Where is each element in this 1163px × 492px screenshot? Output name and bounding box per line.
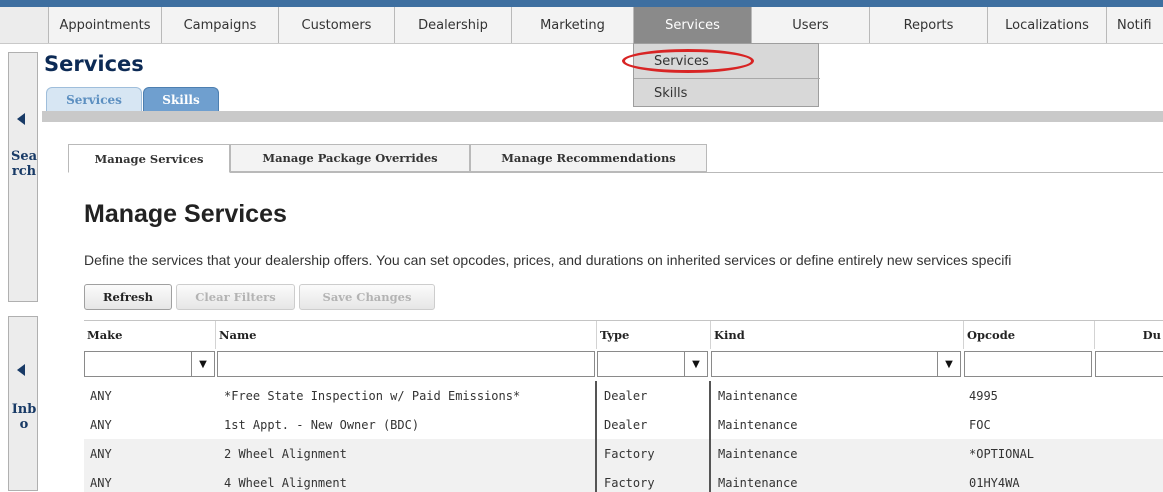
chevron-down-icon[interactable]: ▼ — [937, 352, 960, 376]
type-filter-select[interactable]: ▼ — [597, 351, 708, 377]
nav-item-notifications[interactable]: Notifi — [1106, 7, 1163, 43]
cell-type: Dealer — [604, 417, 648, 432]
cell-name: 1st Appt. - New Owner (BDC) — [224, 417, 420, 432]
cell-kind: Maintenance — [718, 475, 798, 490]
cell-name: 2 Wheel Alignment — [224, 446, 347, 461]
cell-make: ANY — [90, 475, 112, 490]
inbox-panel-label: Inbo — [11, 402, 37, 432]
search-side-panel[interactable]: Search — [8, 52, 38, 302]
column-header-duration[interactable]: Du — [1094, 321, 1163, 349]
cell-type: Factory — [604, 446, 655, 461]
inbox-side-panel[interactable]: Inbo — [8, 316, 38, 491]
cell-make: ANY — [90, 446, 112, 461]
table-row[interactable]: ANY 4 Wheel Alignment Factory Maintenanc… — [84, 468, 1163, 492]
nav-item-marketing[interactable]: Marketing — [511, 7, 633, 43]
refresh-button[interactable]: Refresh — [84, 284, 172, 310]
chevron-down-icon[interactable]: ▼ — [191, 352, 214, 376]
cell-make: ANY — [90, 388, 112, 403]
nav-item-localizations[interactable]: Localizations — [987, 7, 1106, 43]
chevron-down-icon[interactable]: ▼ — [684, 352, 707, 376]
nav-item-campaigns[interactable]: Campaigns — [161, 7, 278, 43]
nav-item-appointments[interactable]: Appointments — [48, 7, 161, 43]
dropdown-item-skills[interactable]: Skills — [634, 78, 820, 108]
nav-item-users[interactable]: Users — [751, 7, 869, 43]
column-header-name[interactable]: Name — [215, 321, 596, 349]
cell-kind: Maintenance — [718, 388, 798, 403]
nav-item-customers[interactable]: Customers — [278, 7, 394, 43]
collapse-arrow-icon[interactable] — [17, 364, 25, 376]
tab-manage-recommendations[interactable]: Manage Recommendations — [470, 144, 707, 172]
tab-manage-services[interactable]: Manage Services — [68, 144, 230, 173]
table-row[interactable]: ANY 2 Wheel Alignment Factory Maintenanc… — [84, 439, 1163, 468]
duration-filter-input[interactable] — [1095, 351, 1163, 377]
make-filter-select[interactable]: ▼ — [84, 351, 215, 377]
subtab-underline-bar — [42, 111, 1163, 122]
column-header-kind[interactable]: Kind — [710, 321, 963, 349]
cell-type: Dealer — [604, 388, 648, 403]
cell-kind: Maintenance — [718, 417, 798, 432]
nav-item-dealership[interactable]: Dealership — [394, 7, 511, 43]
manage-tabs-baseline — [68, 172, 1163, 173]
cell-kind: Maintenance — [718, 446, 798, 461]
cell-opcode: FOC — [969, 417, 991, 432]
clear-filters-button[interactable]: Clear Filters — [176, 284, 295, 310]
column-header-make[interactable]: Make — [84, 321, 215, 349]
services-table: Make Name Type Kind Opcode Du ▼ ▼ ▼ ANY … — [84, 320, 1163, 492]
top-accent-stripe — [0, 0, 1163, 7]
opcode-filter-input[interactable] — [964, 351, 1092, 377]
cell-opcode: 4995 — [969, 388, 998, 403]
cell-type: Factory — [604, 475, 655, 490]
highlight-circle — [622, 49, 754, 73]
cell-opcode: 01HY4WA — [969, 475, 1020, 490]
collapse-arrow-icon[interactable] — [17, 113, 25, 125]
search-panel-label: Search — [10, 149, 38, 179]
nav-item-services[interactable]: Services — [633, 7, 751, 43]
name-filter-input[interactable] — [217, 351, 595, 377]
cell-name: *Free State Inspection w/ Paid Emissions… — [224, 388, 521, 403]
kind-filter-select[interactable]: ▼ — [711, 351, 961, 377]
column-divider — [709, 381, 711, 492]
tab-manage-package-overrides[interactable]: Manage Package Overrides — [230, 144, 470, 172]
section-description: Define the services that your dealership… — [84, 252, 1012, 268]
column-header-type[interactable]: Type — [596, 321, 710, 349]
subtab-skills[interactable]: Skills — [143, 87, 219, 111]
cell-make: ANY — [90, 417, 112, 432]
cell-name: 4 Wheel Alignment — [224, 475, 347, 490]
save-changes-button[interactable]: Save Changes — [299, 284, 435, 310]
section-heading: Manage Services — [84, 200, 287, 228]
table-row[interactable]: ANY *Free State Inspection w/ Paid Emiss… — [84, 381, 1163, 410]
subtab-services[interactable]: Services — [46, 87, 142, 111]
column-divider — [595, 381, 597, 492]
table-row[interactable]: ANY 1st Appt. - New Owner (BDC) Dealer M… — [84, 410, 1163, 439]
cell-opcode: *OPTIONAL — [969, 446, 1035, 461]
page-title: Services — [44, 52, 144, 76]
nav-item-reports[interactable]: Reports — [869, 7, 987, 43]
column-header-opcode[interactable]: Opcode — [963, 321, 1094, 349]
filter-row: ▼ ▼ ▼ — [84, 349, 1163, 381]
